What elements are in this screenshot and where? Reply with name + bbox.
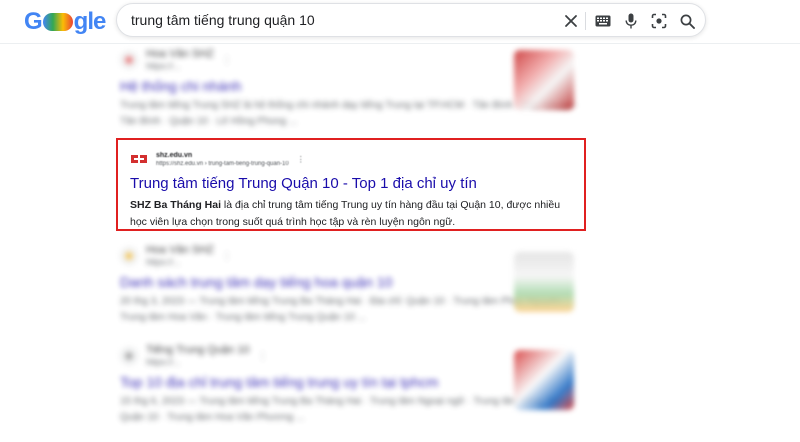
- result-title-link[interactable]: Trung tâm tiếng Trung Quận 10 - Top 1 đị…: [130, 173, 578, 195]
- site-favicon-icon: [120, 51, 138, 69]
- site-url: https://shz.edu.vn › trung-tam-tieng-tru…: [156, 160, 289, 167]
- google-logo[interactable]: Ggle: [24, 8, 106, 36]
- result-thumbnail[interactable]: [514, 350, 574, 410]
- result-title-link[interactable]: Hệ thống chi nhánh: [120, 76, 580, 96]
- close-icon[interactable]: [561, 11, 581, 31]
- microphone-icon[interactable]: [621, 11, 641, 31]
- search-header: Ggle: [0, 0, 800, 44]
- more-options-icon[interactable]: ⋮: [222, 251, 232, 262]
- more-options-icon[interactable]: ⋮: [258, 351, 268, 362]
- search-result[interactable]: Tiếng Trung Quận 10 https://... ⋮ Top 10…: [120, 342, 580, 426]
- search-icon[interactable]: [677, 11, 697, 31]
- result-title-link[interactable]: Danh sách trung tâm dạy tiếng hoa quận 1…: [120, 272, 580, 292]
- result-thumbnail[interactable]: [514, 252, 574, 312]
- site-favicon-icon: [120, 247, 138, 265]
- keyboard-icon[interactable]: [593, 11, 613, 31]
- doodle-icon: [42, 13, 73, 31]
- result-title-link[interactable]: Top 10 địa chỉ trung tâm tiếng trung uy …: [120, 372, 580, 392]
- shz-favicon-icon: [130, 150, 148, 168]
- site-favicon-icon: [120, 347, 138, 365]
- site-name: shz.edu.vn: [156, 151, 193, 159]
- highlighted-result-frame: shz.edu.vn https://shz.edu.vn › trung-ta…: [116, 138, 586, 231]
- result-snippet: Trung tâm tiếng Trung SHZ là hệ thống ch…: [120, 100, 579, 127]
- search-result[interactable]: Hoa Văn SHZ https://... ⋮ Danh sách trun…: [120, 242, 580, 326]
- camera-lens-icon[interactable]: [649, 11, 669, 31]
- search-input[interactable]: [131, 12, 551, 28]
- search-result[interactable]: Hoa Văn SHZ https://... ⋮ Hệ thống chi n…: [120, 46, 580, 130]
- more-options-icon[interactable]: ⋮: [297, 155, 305, 164]
- result-thumbnail[interactable]: [514, 50, 574, 110]
- search-box[interactable]: [116, 3, 706, 37]
- search-result[interactable]: shz.edu.vn https://shz.edu.vn › trung-ta…: [130, 146, 578, 231]
- result-snippet: 15 thg 6, 2023 — Trung tâm tiếng Trung B…: [120, 396, 572, 423]
- result-snippet: 20 thg 3, 2023 — Trung tâm tiếng Trung B…: [120, 296, 568, 323]
- search-box-divider: [585, 12, 586, 30]
- more-options-icon[interactable]: ⋮: [222, 55, 232, 66]
- result-snippet: SHZ Ba Tháng Hai là địa chỉ trung tâm ti…: [130, 199, 561, 228]
